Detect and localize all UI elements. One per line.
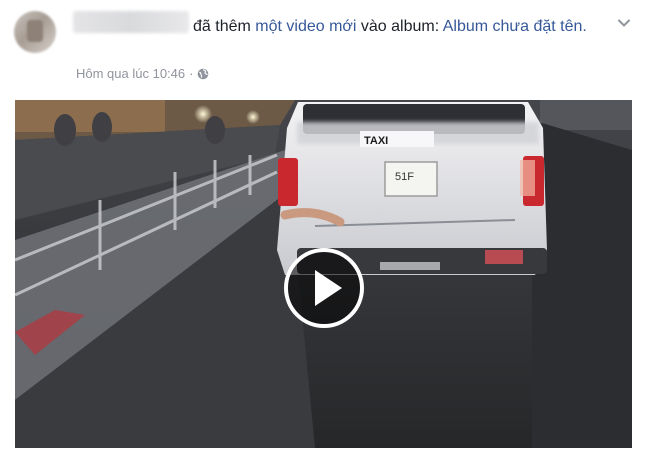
- feed-post: đã thêm một video mới vào album: Album c…: [0, 0, 650, 465]
- post-headline: đã thêm một video mới vào album: Album c…: [75, 15, 595, 38]
- chevron-down-icon[interactable]: [616, 15, 632, 31]
- timestamp-link[interactable]: Hôm qua lúc 10:46: [76, 66, 185, 81]
- globe-icon[interactable]: [197, 68, 209, 80]
- play-icon[interactable]: [282, 246, 366, 330]
- author-avatar[interactable]: [14, 11, 56, 53]
- connector-text: vào album:: [360, 18, 440, 35]
- post-meta: Hôm qua lúc 10:46 ·: [76, 66, 209, 81]
- taxi-sign-text: TAXI: [364, 135, 388, 147]
- meta-dot: ·: [189, 66, 194, 81]
- action-text: đã thêm: [193, 18, 251, 35]
- video-link[interactable]: một video mới: [255, 18, 356, 35]
- album-link[interactable]: Album chưa đặt tên.: [443, 18, 587, 35]
- license-plate: 51F: [395, 171, 414, 183]
